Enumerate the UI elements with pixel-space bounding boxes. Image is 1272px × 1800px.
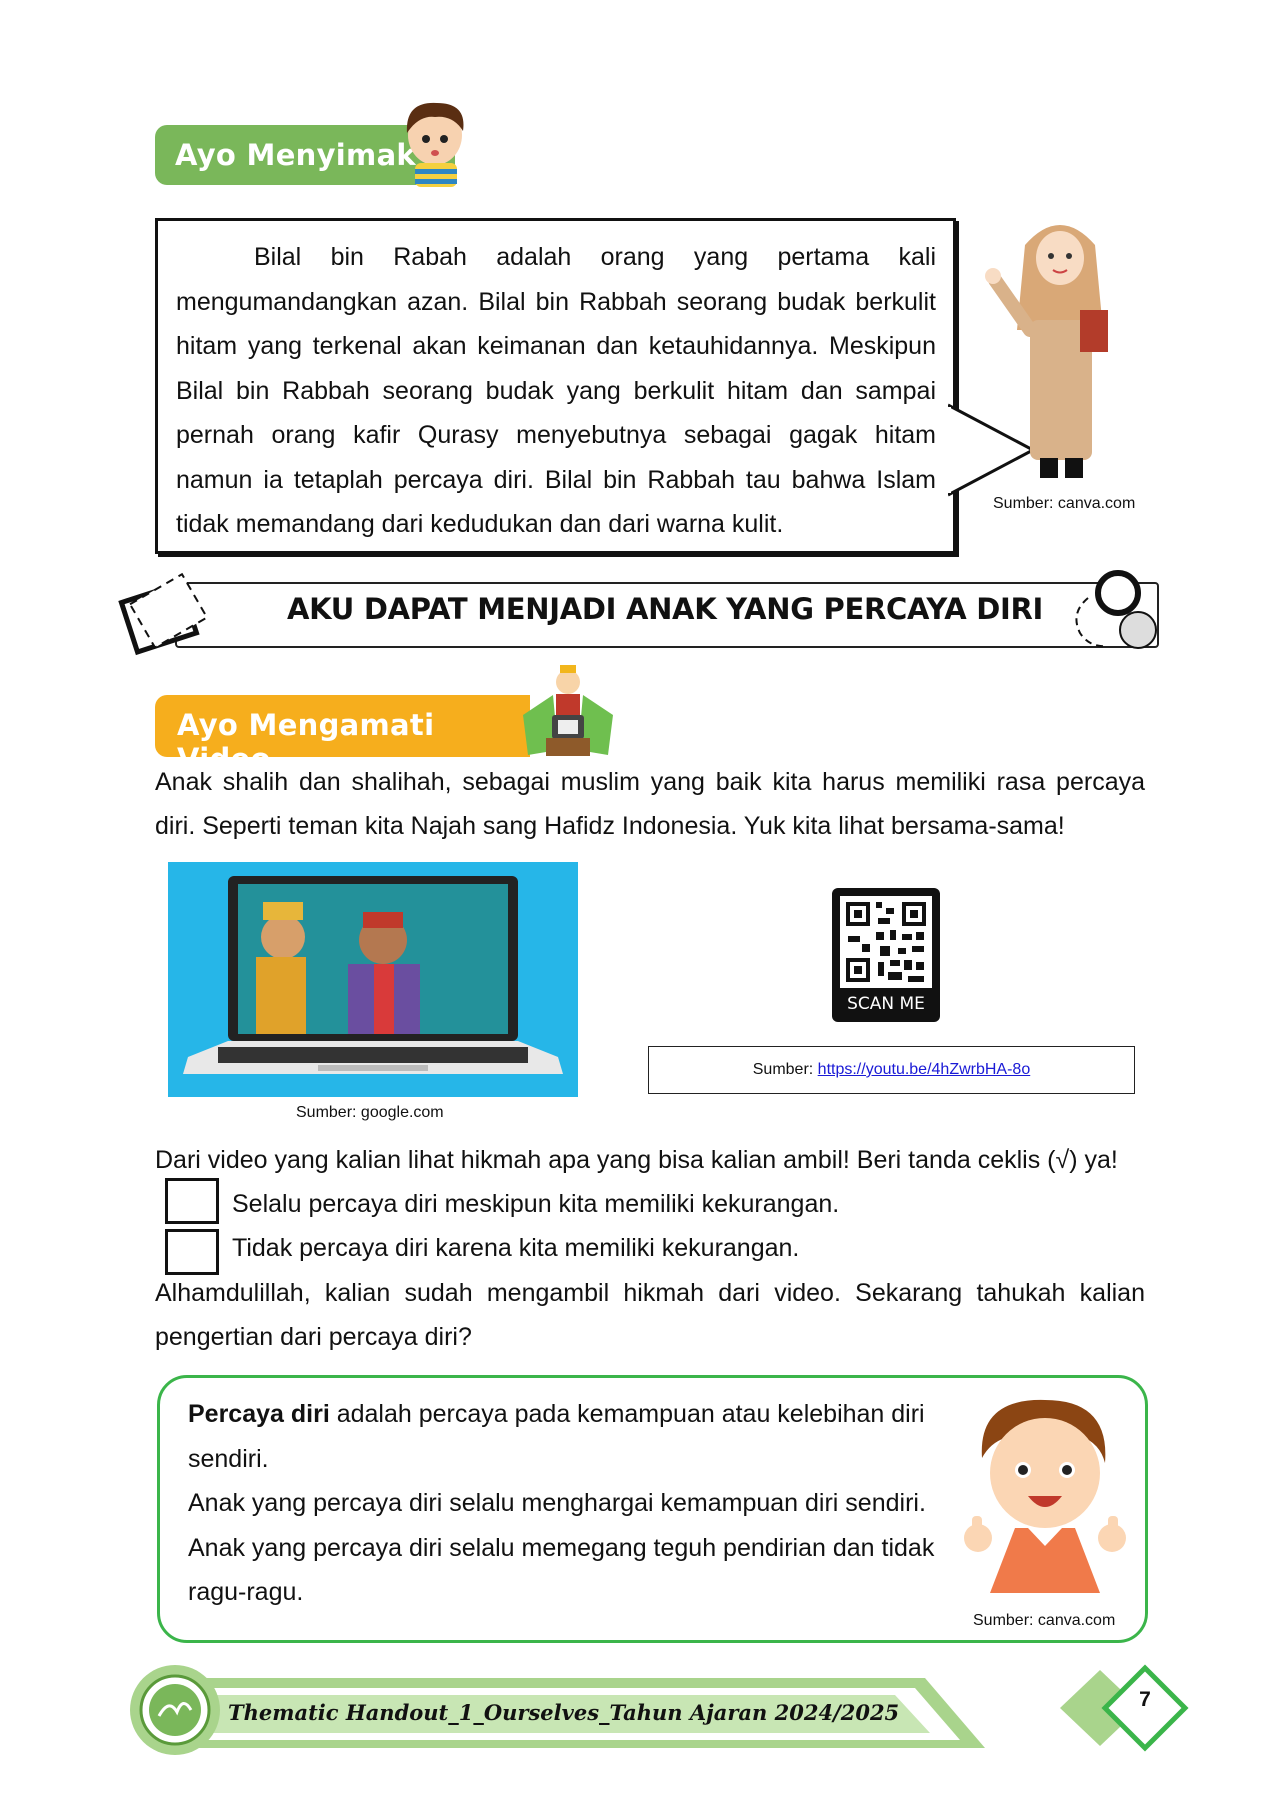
video-image-source: Sumber: google.com — [296, 1104, 444, 1121]
boy-reading-illustration — [406, 102, 464, 187]
page-number-diamond — [1060, 1664, 1189, 1752]
story-text: Bilal bin Rabah adalah orang yang pertam… — [176, 243, 936, 538]
definition-line-2: Anak yang percaya diri selalu menghargai… — [188, 1489, 926, 1517]
story-speech-box: Bilal bin Rabah adalah orang yang pertam… — [155, 218, 956, 554]
thumbs-up-boy-illustration — [964, 1399, 1126, 1593]
section-banner-ayo-mengamati-video: Ayo Mengamati Video — [155, 695, 530, 776]
option-checkbox-2[interactable] — [165, 1229, 219, 1275]
qr-pattern — [840, 896, 932, 988]
section-banner-label: Ayo Menyimak — [175, 138, 417, 172]
question-text: Dari video yang kalian lihat hikmah apa … — [155, 1146, 1118, 1174]
qr-code[interactable]: SCAN ME — [832, 888, 940, 1022]
definition-source-caption: Sumber: canva.com — [973, 1612, 1116, 1629]
footer-text: Thematic Handout_1_Ourselves_Tahun Ajara… — [228, 1700, 900, 1725]
page-title: AKU DAPAT MENJADI ANAK YANG PERCAYA DIRI — [286, 592, 1044, 626]
definition-term: Percaya diri — [188, 1400, 330, 1428]
teacher-illustration — [985, 225, 1108, 478]
video-source-prefix: Sumber: — [752, 1061, 818, 1078]
qr-scan-label: SCAN ME — [847, 994, 925, 1014]
video-source-box: Sumber: https://youtu.be/4hZwrbHA-8o — [648, 1046, 1135, 1094]
video-thumbnail-laptop[interactable] — [168, 862, 578, 1097]
definition-line-3: Anak yang percaya diri selalu memegang t… — [188, 1533, 935, 1607]
closing-paragraph: Alhamdulillah, kalian sudah mengambil hi… — [155, 1279, 1145, 1351]
option-label-1: Selalu percaya diri meskipun kita memili… — [232, 1190, 840, 1218]
option-checkbox-1[interactable] — [165, 1178, 219, 1224]
option-label-2: Tidak percaya diri karena kita memiliki … — [232, 1234, 800, 1262]
story-source-caption: Sumber: canva.com — [993, 495, 1136, 512]
definition-text: Percaya diri adalah percaya pada kemampu… — [188, 1392, 958, 1615]
kid-computer-illustration — [523, 665, 613, 756]
video-source-link[interactable]: https://youtu.be/4hZwrbHA-8o — [818, 1061, 1031, 1078]
intro-paragraph: Anak shalih dan shalihah, sebagai muslim… — [155, 768, 1145, 840]
page-number: 7 — [1139, 1688, 1151, 1711]
